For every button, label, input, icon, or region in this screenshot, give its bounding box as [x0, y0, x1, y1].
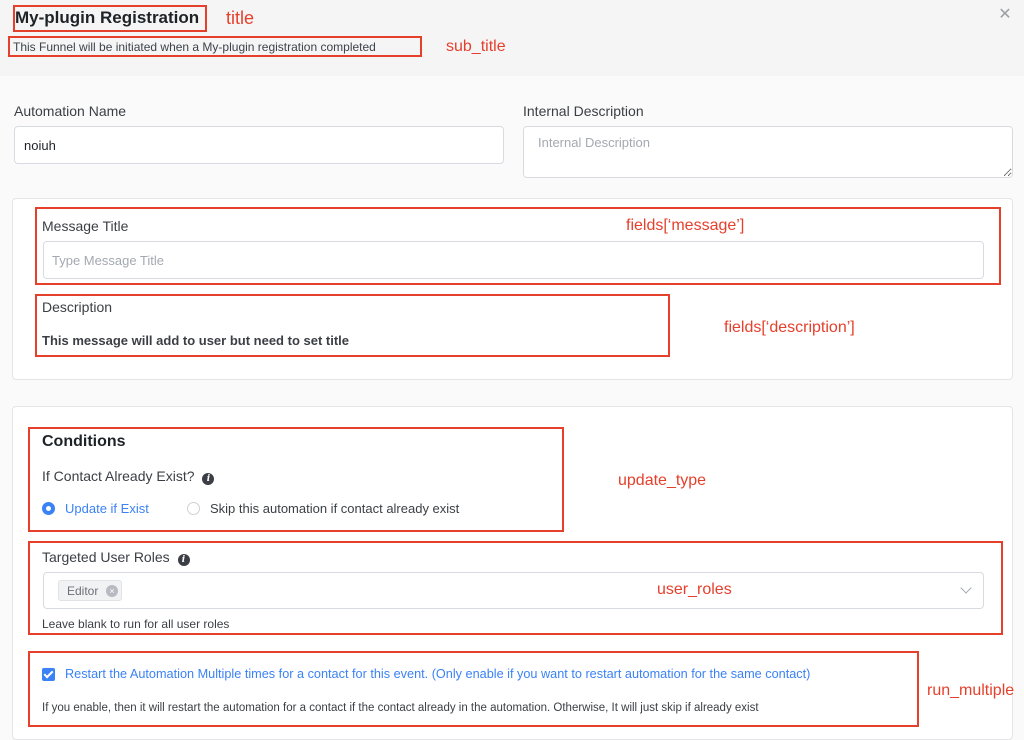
annotation-label-user-roles: user_roles — [657, 581, 732, 598]
annotation-box-description — [35, 294, 670, 357]
automation-name-label: Automation Name — [14, 103, 127, 119]
annotation-box-run-multiple — [28, 651, 919, 727]
annotation-label-title: title — [226, 8, 255, 28]
annotation-box-subtitle — [8, 36, 422, 57]
annotation-box-title — [13, 5, 207, 32]
annotation-label-message: fields[‘message’] — [626, 217, 745, 234]
internal-description-label: Internal Description — [523, 103, 644, 119]
close-icon[interactable]: ✕ — [996, 6, 1014, 24]
annotation-box-message — [35, 207, 1001, 285]
annotation-box-update-type — [28, 427, 564, 532]
automation-name-input[interactable] — [14, 126, 504, 164]
annotation-label-description: fields[‘description’] — [724, 319, 855, 336]
internal-description-textarea[interactable] — [523, 126, 1013, 178]
annotation-box-user-roles — [28, 541, 1003, 635]
annotation-label-run-multiple: run_multiple — [927, 682, 1015, 699]
annotation-label-subtitle: sub_title — [446, 38, 506, 55]
annotation-label-update-type: update_type — [618, 472, 707, 489]
